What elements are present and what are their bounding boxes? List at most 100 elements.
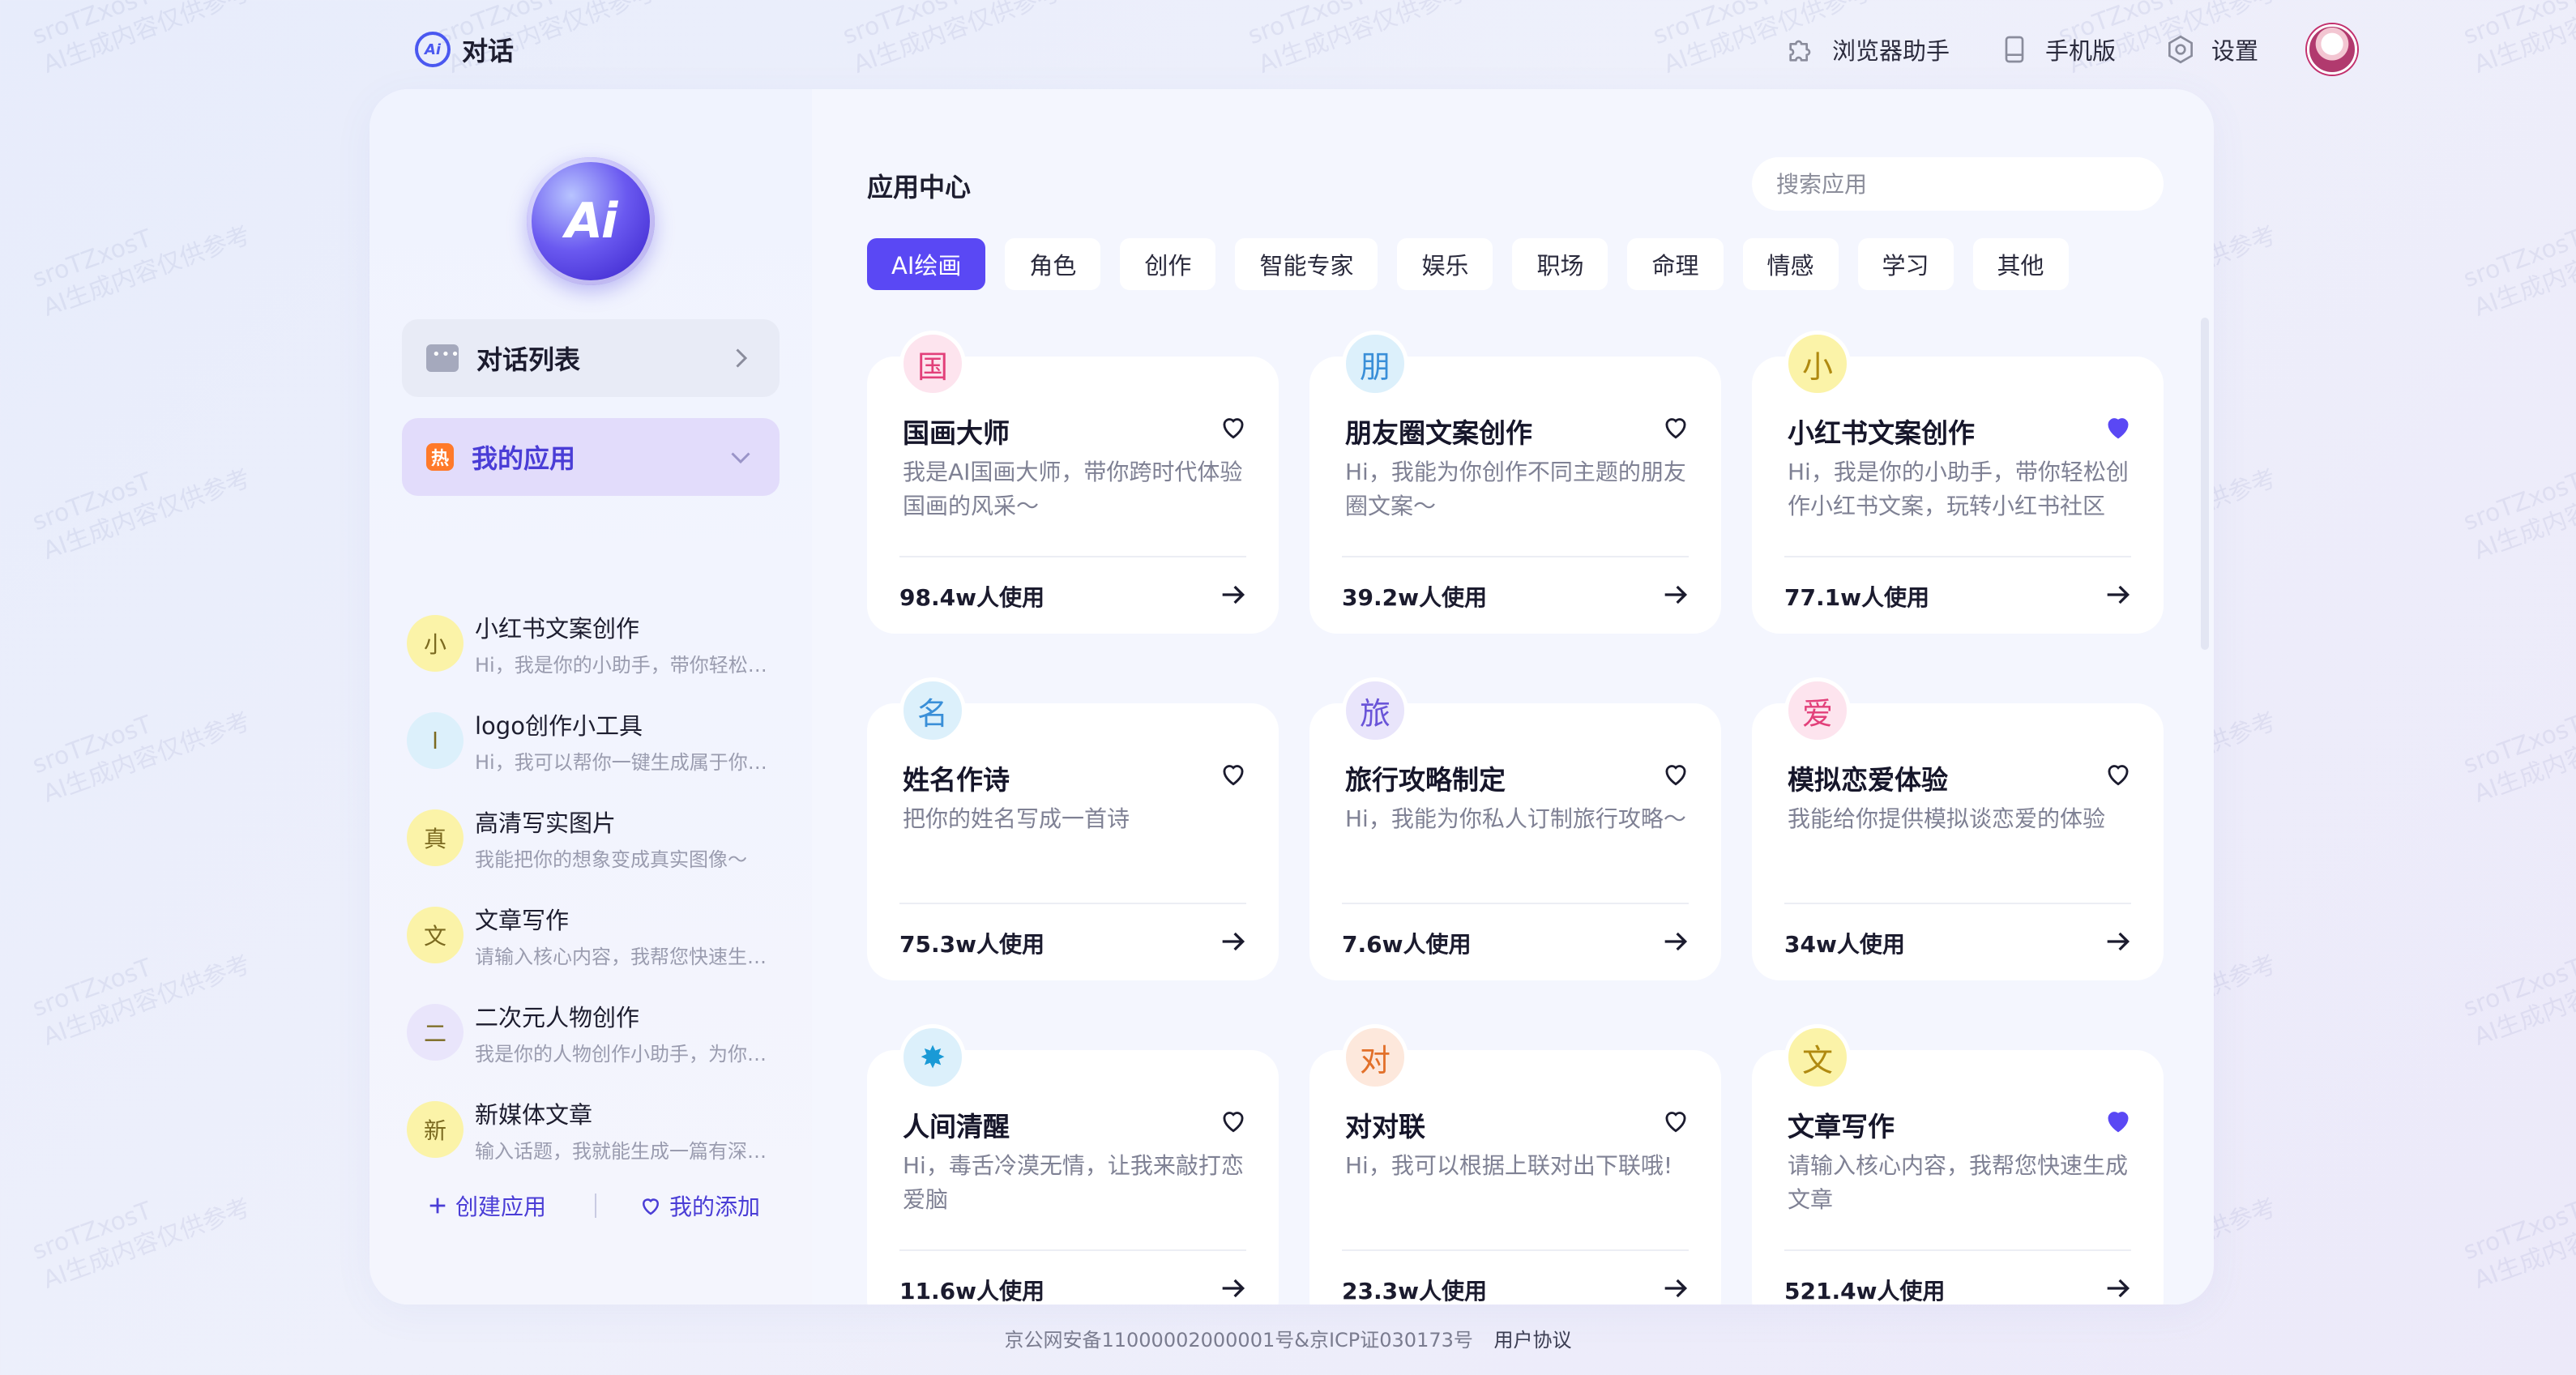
card-divider (1784, 1249, 2131, 1251)
main-panel: Ai 对话列表 热 我的应用 小小红书文案创作Hi，我是你的小助手，带你轻松创作… (370, 89, 2214, 1305)
browser-assistant-button[interactable]: 浏览器助手 (1785, 32, 1950, 66)
heart-outline-icon[interactable] (1660, 758, 1692, 789)
sidebar-app-item[interactable]: l logo创作小工具 Hi，我可以帮你一键生成属于你的logo (407, 692, 788, 789)
watermark-text: sroTZxosTAI生成内容仅供参考 (28, 463, 254, 566)
settings-button[interactable]: 设置 (2164, 32, 2258, 66)
my-apps-label: 我的应用 (472, 443, 576, 474)
category-tab[interactable]: 命理 (1627, 238, 1724, 290)
usage-count: 521.4w人使用 (1784, 1278, 1946, 1305)
app-card[interactable]: 朋朋友圈文案创作 Hi，我能为你创作不同主题的朋友圈文案～ 39.2w人使用 (1309, 331, 1721, 634)
app-item-text: logo创作小工具 Hi，我可以帮你一键生成属于你的logo (475, 707, 783, 775)
sidebar-app-item[interactable]: 二二次元人物创作我是你的人物创作小助手，为你生成二次元人物 (407, 984, 788, 1081)
heart-outline-icon[interactable] (1660, 1105, 1692, 1136)
heart-outline-icon[interactable] (1217, 758, 1250, 789)
search-input[interactable] (1752, 157, 2164, 211)
category-tabs: AI绘画 角色 创作 智能专家 娱乐 职场 命理 情感 学习 其他 (867, 238, 2069, 290)
category-tab[interactable]: 智能专家 (1235, 238, 1378, 290)
usage-count: 77.1w人使用 (1784, 584, 1929, 611)
app-item-desc: 输入话题，我就能生成一篇有深度的新媒体文章 (475, 1139, 783, 1163)
create-app-button[interactable]: 创建应用 (426, 1189, 546, 1222)
chat-bubble-icon (426, 344, 460, 372)
my-apps-toggle[interactable]: 热 我的应用 (402, 418, 780, 496)
category-tab[interactable]: 学习 (1857, 238, 1954, 290)
app-item-desc: Hi，我是你的小助手，带你轻松创作小红书文案 (475, 653, 783, 677)
app-card[interactable]: 对对对联 Hi，我可以根据上联对出下联哦! 23.3w人使用 (1309, 1024, 1721, 1305)
app-badge: 小 (1784, 331, 1851, 397)
usage-count: 75.3w人使用 (899, 931, 1044, 958)
top-bar: Ai 对话 浏览器助手 手机版 设置 (0, 0, 2576, 97)
card-divider (899, 1249, 1246, 1251)
phone-icon (2005, 36, 2024, 63)
app-name: 小红书文案创作 (1788, 417, 1975, 449)
heart-filled-icon[interactable] (2102, 412, 2134, 442)
category-tab[interactable]: 创作 (1120, 238, 1216, 290)
category-tab[interactable]: 情感 (1742, 238, 1839, 290)
app-name: 姓名作诗 (903, 764, 1010, 796)
sidebar-app-item[interactable]: 文文章写作 请输入核心内容，我帮您快速生成文章 (407, 886, 788, 984)
category-tab[interactable]: 娱乐 (1397, 238, 1493, 290)
category-tab[interactable]: AI绘画 (867, 238, 986, 290)
my-favorites-label: 我的添加 (669, 1194, 761, 1220)
app-name: 旅行攻略制定 (1345, 764, 1506, 796)
ai-logo-icon: Ai (415, 32, 451, 67)
arrow-right-icon[interactable] (2102, 1272, 2134, 1305)
heart-outline-icon[interactable] (1217, 1105, 1250, 1136)
app-avatar: 二 (407, 1004, 464, 1061)
heart-outline-icon[interactable] (1660, 412, 1692, 442)
app-badge: 对 (1342, 1024, 1408, 1091)
my-favorites-button[interactable]: 我的添加 (639, 1189, 760, 1222)
arrow-right-icon[interactable] (2102, 925, 2134, 958)
app-card[interactable]: 小小红书文案创作 Hi，我是你的小助手，带你轻松创作小红书文案，玩转小红书社区 77… (1752, 331, 2164, 634)
app-avatar: 新 (407, 1101, 464, 1158)
mobile-version-button[interactable]: 手机版 (1998, 32, 2116, 66)
app-card[interactable]: 爱模拟恋爱体验 我能给你提供模拟谈恋爱的体验 34w人使用 (1752, 677, 2164, 980)
heart-outline-icon[interactable] (2102, 758, 2134, 789)
app-card[interactable]: 旅旅行攻略制定 Hi，我能为你私人订制旅行攻略～ 7.6w人使用 (1309, 677, 1721, 980)
app-card[interactable]: ✸ 人间清醒 Hi，毒舌冷漠无情，让我来敲打恋爱脑 11.6w人使用 (867, 1024, 1279, 1305)
category-tab[interactable]: 角色 (1005, 238, 1101, 290)
app-item-title: 二次元人物创作 (475, 1003, 640, 1031)
icp-text: 京公网安备11000002000001号&京ICP证030173号 (1004, 1329, 1473, 1352)
heart-filled-icon[interactable] (2102, 1105, 2134, 1136)
my-apps-list: 小小红书文案创作Hi，我是你的小助手，带你轻松创作小红书文案llogo创作小工具… (407, 595, 788, 1178)
usage-count: 39.2w人使用 (1342, 584, 1487, 611)
app-item-text: 高清写实图片 我能把你的想象变成真实图像～ (475, 805, 783, 872)
app-name: 模拟恋爱体验 (1788, 764, 1948, 796)
arrow-right-icon[interactable] (1217, 1272, 1250, 1305)
footer-divider (595, 1194, 597, 1218)
sidebar-app-item[interactable]: 新新媒体文章输入话题，我就能生成一篇有深度的新媒体文章 (407, 1081, 788, 1178)
heart-outline-icon[interactable] (1217, 412, 1250, 442)
category-tab[interactable]: 其他 (1972, 238, 2069, 290)
arrow-right-icon[interactable] (1660, 579, 1692, 611)
page-title: 应用中心 (867, 172, 972, 203)
arrow-right-icon[interactable] (1217, 925, 1250, 958)
app-badge: ✸ (899, 1024, 966, 1091)
brand[interactable]: Ai 对话 (415, 29, 514, 70)
conversation-list-button[interactable]: 对话列表 (402, 319, 780, 397)
app-card[interactable]: 国国画大师 我是AI国画大师，带你跨时代体验国画的风采～ 98.4w人使用 (867, 331, 1279, 634)
scrollbar[interactable] (2201, 318, 2209, 650)
app-card[interactable]: 文文章写作 请输入核心内容，我帮您快速生成文章 521.4w人使用 (1752, 1024, 2164, 1305)
arrow-right-icon[interactable] (2102, 579, 2134, 611)
app-card[interactable]: 名姓名作诗 把你的姓名写成一首诗 75.3w人使用 (867, 677, 1279, 980)
sidebar-app-item[interactable]: 小小红书文案创作 Hi，我是你的小助手，带你轻松创作小红书文案 (407, 595, 788, 692)
arrow-right-icon[interactable] (1660, 925, 1692, 958)
sidebar: Ai 对话列表 热 我的应用 小小红书文案创作 Hi，我是你的小助手，带你轻松创作… (370, 89, 812, 1305)
app-item-desc: 我是你的人物创作小助手，为你生成二次元人物 (475, 1042, 783, 1065)
card-divider (1784, 556, 2131, 557)
arrow-right-icon[interactable] (1660, 1272, 1692, 1305)
category-tab[interactable]: 职场 (1512, 238, 1608, 290)
brand-title: 对话 (462, 36, 515, 66)
app-item-text: 文章写作 请输入核心内容，我帮您快速生成文章 (475, 902, 783, 969)
user-avatar[interactable] (2307, 24, 2357, 75)
app-item-title: 小红书文案创作 (475, 614, 640, 643)
usage-count: 7.6w人使用 (1342, 931, 1472, 958)
app-item-desc: 请输入核心内容，我帮您快速生成文章 (475, 945, 783, 968)
app-item-title: 高清写实图片 (475, 809, 617, 837)
watermark-text: sroTZxosTAI生成内容仅供参考 (28, 1193, 254, 1295)
user-agreement-link[interactable]: 用户协议 (1494, 1329, 1572, 1352)
arrow-right-icon[interactable] (1217, 579, 1250, 611)
app-desc: Hi，我能为你创作不同主题的朋友圈文案～ (1345, 459, 1686, 519)
sidebar-app-item[interactable]: 真高清写实图片 我能把你的想象变成真实图像～ (407, 789, 788, 886)
watermark-text: sroTZxosTAI生成内容仅供参考 (28, 220, 254, 322)
